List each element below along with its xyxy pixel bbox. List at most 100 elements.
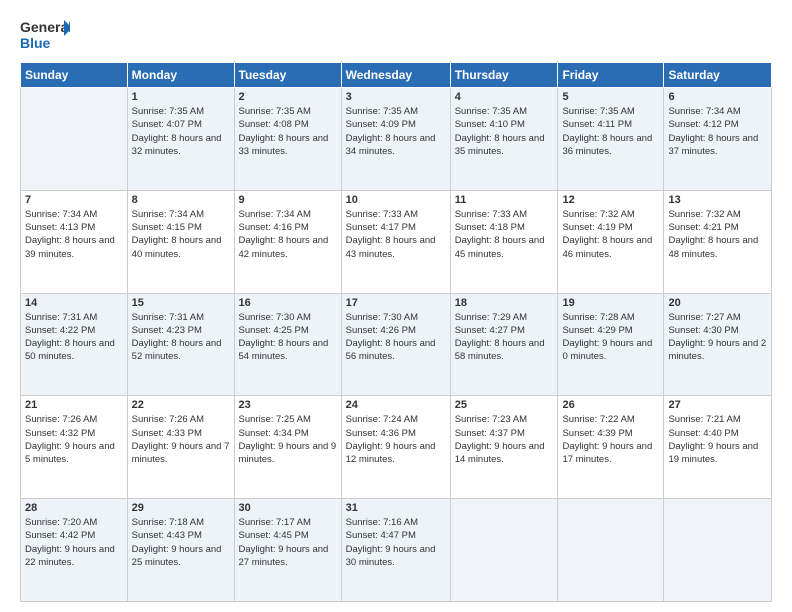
day-info: Sunrise: 7:26 AMSunset: 4:32 PMDaylight:…: [25, 413, 123, 466]
day-number: 22: [132, 399, 230, 411]
day-number: 7: [25, 194, 123, 206]
weekday-header-thursday: Thursday: [450, 63, 558, 88]
weekday-header-wednesday: Wednesday: [341, 63, 450, 88]
day-number: 28: [25, 502, 123, 514]
weekday-header-sunday: Sunday: [21, 63, 128, 88]
day-number: 10: [346, 194, 446, 206]
day-info: Sunrise: 7:24 AMSunset: 4:36 PMDaylight:…: [346, 413, 446, 466]
day-info: Sunrise: 7:34 AMSunset: 4:16 PMDaylight:…: [239, 208, 337, 261]
calendar-cell: 13Sunrise: 7:32 AMSunset: 4:21 PMDayligh…: [664, 190, 772, 293]
calendar-cell: [21, 88, 128, 191]
day-number: 6: [668, 91, 767, 103]
day-info: Sunrise: 7:33 AMSunset: 4:17 PMDaylight:…: [346, 208, 446, 261]
day-number: 18: [455, 297, 554, 309]
calendar-cell: 21 Sunrise: 7:26 AMSunset: 4:32 PMDayligh…: [21, 396, 128, 499]
calendar-cell: 17 Sunrise: 7:30 AMSunset: 4:26 PMDayligh…: [341, 293, 450, 396]
day-number: 27: [668, 399, 767, 411]
day-number: 11: [455, 194, 554, 206]
day-number: 24: [346, 399, 446, 411]
day-info: Sunrise: 7:33 AMSunset: 4:18 PMDaylight:…: [455, 208, 554, 261]
calendar-cell: 6 Sunrise: 7:34 AMSunset: 4:12 PMDaylight…: [664, 88, 772, 191]
weekday-header-tuesday: Tuesday: [234, 63, 341, 88]
calendar-cell: 8 Sunrise: 7:34 AMSunset: 4:15 PMDaylight…: [127, 190, 234, 293]
calendar-cell: 31Sunrise: 7:16 AMSunset: 4:47 PMDayligh…: [341, 499, 450, 602]
calendar-cell: 25Sunrise: 7:23 AMSunset: 4:37 PMDayligh…: [450, 396, 558, 499]
header: General Blue: [20, 16, 772, 54]
day-info: Sunrise: 7:31 AMSunset: 4:22 PMDaylight:…: [25, 311, 123, 364]
weekday-header-saturday: Saturday: [664, 63, 772, 88]
day-number: 12: [562, 194, 659, 206]
calendar-cell: 16 Sunrise: 7:30 AMSunset: 4:25 PMDayligh…: [234, 293, 341, 396]
calendar-cell: 19 Sunrise: 7:28 AMSunset: 4:29 PMDayligh…: [558, 293, 664, 396]
day-number: 30: [239, 502, 337, 514]
calendar-cell: 7 Sunrise: 7:34 AMSunset: 4:13 PMDaylight…: [21, 190, 128, 293]
day-info: Sunrise: 7:30 AMSunset: 4:26 PMDaylight:…: [346, 311, 446, 364]
calendar-cell: 18 Sunrise: 7:29 AMSunset: 4:27 PMDayligh…: [450, 293, 558, 396]
day-info: Sunrise: 7:23 AMSunset: 4:37 PMDaylight:…: [455, 413, 554, 466]
calendar-cell: 24 Sunrise: 7:24 AMSunset: 4:36 PMDayligh…: [341, 396, 450, 499]
day-info: Sunrise: 7:17 AMSunset: 4:45 PMDaylight:…: [239, 516, 337, 569]
day-info: Sunrise: 7:35 AMSunset: 4:07 PMDaylight:…: [132, 105, 230, 158]
page: General Blue SundayMondayTuesdayWednesda…: [0, 0, 792, 612]
day-info: Sunrise: 7:30 AMSunset: 4:25 PMDaylight:…: [239, 311, 337, 364]
day-number: 8: [132, 194, 230, 206]
calendar-table: SundayMondayTuesdayWednesdayThursdayFrid…: [20, 62, 772, 602]
calendar-week-3: 14 Sunrise: 7:31 AMSunset: 4:22 PMDayligh…: [21, 293, 772, 396]
day-info: Sunrise: 7:28 AMSunset: 4:29 PMDaylight:…: [562, 311, 659, 364]
day-info: Sunrise: 7:34 AMSunset: 4:12 PMDaylight:…: [668, 105, 767, 158]
day-number: 2: [239, 91, 337, 103]
calendar-week-2: 7 Sunrise: 7:34 AMSunset: 4:13 PMDaylight…: [21, 190, 772, 293]
day-info: Sunrise: 7:35 AMSunset: 4:08 PMDaylight:…: [239, 105, 337, 158]
calendar-cell: 29Sunrise: 7:18 AMSunset: 4:43 PMDayligh…: [127, 499, 234, 602]
calendar-cell: 2 Sunrise: 7:35 AMSunset: 4:08 PMDaylight…: [234, 88, 341, 191]
day-info: Sunrise: 7:22 AMSunset: 4:39 PMDaylight:…: [562, 413, 659, 466]
calendar-cell: 9 Sunrise: 7:34 AMSunset: 4:16 PMDaylight…: [234, 190, 341, 293]
calendar-cell: 26 Sunrise: 7:22 AMSunset: 4:39 PMDayligh…: [558, 396, 664, 499]
day-number: 3: [346, 91, 446, 103]
calendar-cell: 30 Sunrise: 7:17 AMSunset: 4:45 PMDayligh…: [234, 499, 341, 602]
day-number: 21: [25, 399, 123, 411]
calendar-cell: 27 Sunrise: 7:21 AMSunset: 4:40 PMDayligh…: [664, 396, 772, 499]
day-info: Sunrise: 7:32 AMSunset: 4:19 PMDaylight:…: [562, 208, 659, 261]
logo-svg: General Blue: [20, 16, 70, 54]
day-number: 9: [239, 194, 337, 206]
day-number: 13: [668, 194, 767, 206]
calendar-cell: 12 Sunrise: 7:32 AMSunset: 4:19 PMDayligh…: [558, 190, 664, 293]
day-info: Sunrise: 7:25 AMSunset: 4:34 PMDaylight:…: [239, 413, 337, 466]
day-info: Sunrise: 7:35 AMSunset: 4:10 PMDaylight:…: [455, 105, 554, 158]
logo: General Blue: [20, 16, 70, 54]
day-info: Sunrise: 7:21 AMSunset: 4:40 PMDaylight:…: [668, 413, 767, 466]
day-info: Sunrise: 7:31 AMSunset: 4:23 PMDaylight:…: [132, 311, 230, 364]
day-number: 16: [239, 297, 337, 309]
day-info: Sunrise: 7:35 AMSunset: 4:09 PMDaylight:…: [346, 105, 446, 158]
svg-text:Blue: Blue: [20, 35, 51, 51]
day-number: 14: [25, 297, 123, 309]
day-number: 19: [562, 297, 659, 309]
day-number: 17: [346, 297, 446, 309]
calendar-week-5: 28 Sunrise: 7:20 AMSunset: 4:42 PMDayligh…: [21, 499, 772, 602]
day-info: Sunrise: 7:26 AMSunset: 4:33 PMDaylight:…: [132, 413, 230, 466]
day-number: 15: [132, 297, 230, 309]
calendar-cell: [558, 499, 664, 602]
calendar-cell: 5Sunrise: 7:35 AMSunset: 4:11 PMDaylight…: [558, 88, 664, 191]
day-info: Sunrise: 7:29 AMSunset: 4:27 PMDaylight:…: [455, 311, 554, 364]
day-number: 26: [562, 399, 659, 411]
day-number: 20: [668, 297, 767, 309]
calendar-cell: 11 Sunrise: 7:33 AMSunset: 4:18 PMDayligh…: [450, 190, 558, 293]
day-number: 4: [455, 91, 554, 103]
day-info: Sunrise: 7:20 AMSunset: 4:42 PMDaylight:…: [25, 516, 123, 569]
calendar-cell: 14 Sunrise: 7:31 AMSunset: 4:22 PMDayligh…: [21, 293, 128, 396]
calendar-cell: [450, 499, 558, 602]
day-number: 23: [239, 399, 337, 411]
day-info: Sunrise: 7:34 AMSunset: 4:13 PMDaylight:…: [25, 208, 123, 261]
calendar-cell: 3 Sunrise: 7:35 AMSunset: 4:09 PMDaylight…: [341, 88, 450, 191]
day-number: 31: [346, 502, 446, 514]
calendar-cell: 20Sunrise: 7:27 AMSunset: 4:30 PMDayligh…: [664, 293, 772, 396]
weekday-header-friday: Friday: [558, 63, 664, 88]
calendar-cell: [664, 499, 772, 602]
day-info: Sunrise: 7:18 AMSunset: 4:43 PMDaylight:…: [132, 516, 230, 569]
day-number: 1: [132, 91, 230, 103]
weekday-header-monday: Monday: [127, 63, 234, 88]
day-info: Sunrise: 7:34 AMSunset: 4:15 PMDaylight:…: [132, 208, 230, 261]
calendar-cell: 4 Sunrise: 7:35 AMSunset: 4:10 PMDaylight…: [450, 88, 558, 191]
